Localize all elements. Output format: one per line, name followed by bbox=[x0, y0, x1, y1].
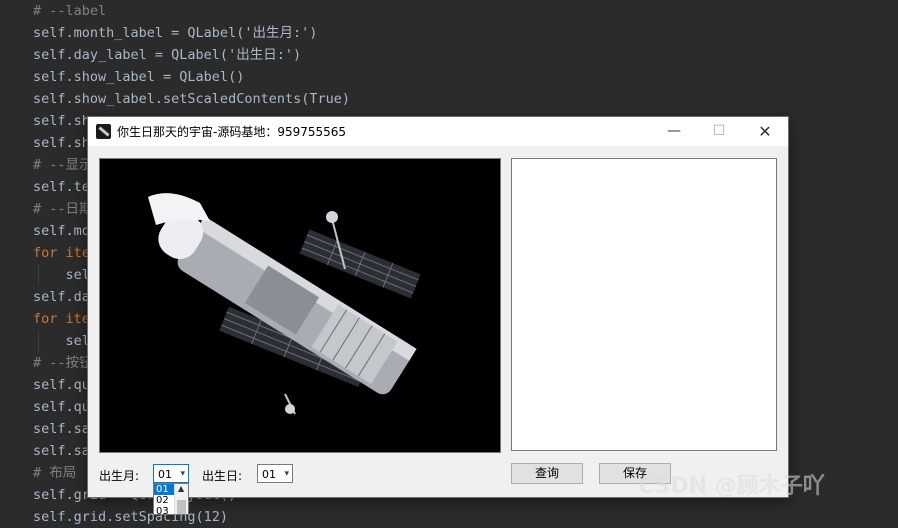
month-select[interactable]: 01 ▾ bbox=[153, 464, 189, 483]
code-line: self.mo bbox=[33, 223, 90, 239]
month-label: 出生月: bbox=[99, 469, 140, 483]
code-line: sel bbox=[33, 333, 90, 349]
window-title: 你生日那天的宇宙-源码基地：959755565 bbox=[117, 125, 347, 139]
code-line: self.da bbox=[33, 289, 90, 305]
code-line: self.month_label = QLabel('出生月:') bbox=[33, 25, 318, 41]
code-line: # 布局 bbox=[33, 465, 77, 481]
month-dropdown-list[interactable]: 01 02 03 ▲ bbox=[153, 483, 189, 515]
code-line: self.day_label = QLabel('出生日:') bbox=[33, 47, 302, 63]
result-text-area[interactable] bbox=[511, 158, 777, 451]
maximize-button[interactable]: ☐ bbox=[696, 117, 742, 146]
day-select-value: 01 bbox=[262, 468, 276, 481]
code-line: self.show_label.setScaledContents(True) bbox=[33, 91, 350, 107]
month-select-value: 01 bbox=[158, 468, 172, 481]
day-label: 出生日: bbox=[202, 469, 243, 483]
code-line: self.qu bbox=[33, 377, 90, 393]
close-button[interactable]: ✕ bbox=[742, 117, 788, 146]
code-line: sel bbox=[33, 267, 90, 283]
code-line: self.show_label = QLabel() bbox=[33, 69, 245, 85]
chevron-down-icon[interactable]: ▾ bbox=[180, 465, 185, 484]
code-line: self.qu bbox=[33, 399, 90, 415]
watermark: CSDN @顾木子吖 bbox=[638, 474, 825, 499]
month-option[interactable]: 03 bbox=[154, 506, 176, 514]
scrollbar-thumb[interactable] bbox=[177, 500, 186, 514]
code-line: for ite bbox=[33, 245, 90, 261]
code-line: self.te bbox=[33, 179, 90, 195]
month-option[interactable]: 01 bbox=[154, 484, 176, 495]
chevron-down-icon[interactable]: ▾ bbox=[284, 465, 289, 484]
code-line: self.sa bbox=[33, 421, 90, 437]
code-line: self.sh bbox=[33, 113, 90, 129]
code-line: # --日期 bbox=[33, 201, 93, 217]
code-line: self.sh bbox=[33, 135, 90, 151]
code-line: # --label bbox=[33, 3, 107, 19]
chevron-up-icon[interactable]: ▲ bbox=[178, 484, 184, 493]
code-line: # --显示 bbox=[33, 157, 93, 173]
code-line: for ite bbox=[33, 311, 90, 327]
day-select[interactable]: 01 ▾ bbox=[257, 464, 293, 483]
app-window: 你生日那天的宇宙-源码基地：959755565 — ☐ ✕ 出生月: 01 ▾ … bbox=[88, 117, 788, 515]
title-bar[interactable]: 你生日那天的宇宙-源码基地：959755565 — ☐ ✕ bbox=[88, 117, 788, 146]
query-button[interactable]: 查询 bbox=[511, 463, 583, 484]
month-option[interactable]: 02 bbox=[154, 495, 176, 506]
hubble-telescope-image bbox=[100, 159, 500, 452]
code-line: self.grid.setSpacing(12) bbox=[33, 509, 229, 525]
code-line: self.sa bbox=[33, 443, 90, 459]
minimize-button[interactable]: — bbox=[651, 117, 697, 146]
dropdown-scrollbar[interactable]: ▲ bbox=[174, 484, 188, 514]
hubble-image bbox=[99, 158, 501, 453]
app-icon bbox=[96, 124, 111, 139]
code-line: # --按钮 bbox=[33, 355, 93, 371]
